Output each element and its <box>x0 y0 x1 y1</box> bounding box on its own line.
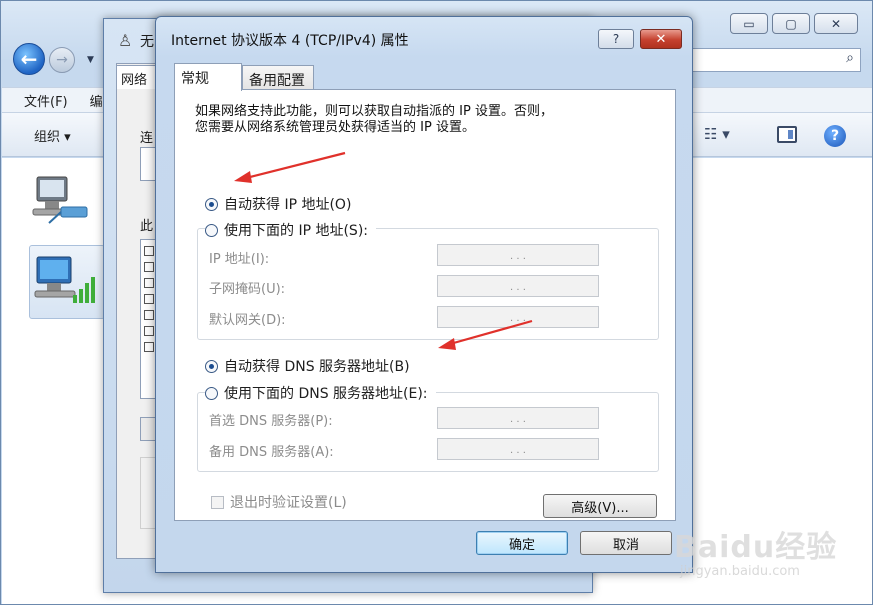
validate-on-exit-label: 退出时验证设置(L) <box>230 495 347 511</box>
auto-dns-radio[interactable] <box>205 359 218 373</box>
ok-button[interactable]: 确定 <box>476 531 568 555</box>
list-item-checkbox[interactable] <box>144 310 154 320</box>
list-item-checkbox[interactable] <box>144 342 154 352</box>
help-icon[interactable]: ? <box>824 125 846 147</box>
auto-dns-option[interactable]: 自动获得 DNS 服务器地址(B) <box>205 356 410 376</box>
list-item-checkbox[interactable] <box>144 262 154 272</box>
preview-pane-icon[interactable] <box>777 126 797 143</box>
history-dropdown-icon[interactable]: ▼ <box>87 55 94 65</box>
baidu-watermark: Baidu经验 jingyan.baidu.com <box>670 512 860 592</box>
mid-window-title: 无 <box>140 34 154 50</box>
tab-alternate-config[interactable]: 备用配置 <box>242 65 314 91</box>
minimize-button[interactable]: ▭ <box>730 13 768 34</box>
watermark-logo: Baidu经验 <box>674 530 838 565</box>
general-tab-panel: 如果网络支持此功能，则可以获取自动指派的 IP 设置。否则， 您需要从网络系统管… <box>174 89 676 521</box>
advanced-button[interactable]: 高级(V)... <box>543 494 657 518</box>
watermark-url: jingyan.baidu.com <box>680 564 800 579</box>
organize-button[interactable]: 组织 ▾ <box>34 126 71 145</box>
manual-ip-label: 使用下面的 IP 地址(S): <box>224 223 368 239</box>
items-label: 此 <box>140 219 154 234</box>
maximize-button[interactable]: ▢ <box>772 13 810 34</box>
description-line-2: 您需要从网络系统管理员处获得适当的 IP 设置。 <box>195 120 475 135</box>
ip-address-field: . . . <box>437 244 599 266</box>
alternate-dns-label: 备用 DNS 服务器(A): <box>209 445 334 460</box>
gateway-label: 默认网关(D): <box>209 313 286 328</box>
manual-ip-option[interactable]: 使用下面的 IP 地址(S): <box>205 220 376 240</box>
ip-address-label: IP 地址(I): <box>209 252 270 267</box>
close-button[interactable]: ✕ <box>814 13 858 34</box>
menu-edit[interactable]: 编 <box>90 91 103 110</box>
subnet-mask-field: . . . <box>437 275 599 297</box>
connect-using-label: 连 <box>140 131 154 146</box>
tab-networking[interactable]: 网络 <box>116 65 156 89</box>
subnet-mask-label: 子网掩码(U): <box>209 282 286 297</box>
validate-on-exit-checkbox <box>211 495 224 509</box>
list-item-checkbox[interactable] <box>144 294 154 304</box>
auto-ip-label: 自动获得 IP 地址(O) <box>224 197 352 213</box>
ipv4-properties-dialog: Internet 协议版本 4 (TCP/IPv4) 属性 ? ✕ 常规 备用配… <box>155 16 693 573</box>
manual-dns-option[interactable]: 使用下面的 DNS 服务器地址(E): <box>205 383 436 403</box>
close-button[interactable]: ✕ <box>640 29 682 49</box>
list-item-checkbox[interactable] <box>144 326 154 336</box>
menu-file[interactable]: 文件(F) <box>24 91 68 110</box>
description-line-1: 如果网络支持此功能，则可以获取自动指派的 IP 设置。否则， <box>195 104 553 119</box>
preferred-dns-label: 首选 DNS 服务器(P): <box>209 414 333 429</box>
back-arrow-icon[interactable]: ← <box>13 43 45 75</box>
forward-arrow-icon[interactable]: → <box>49 47 75 73</box>
manual-dns-radio[interactable] <box>205 386 218 400</box>
preferred-dns-field: . . . <box>437 407 599 429</box>
cancel-button[interactable]: 取消 <box>580 531 672 555</box>
window-controls: ▭ ▢ ✕ <box>730 13 858 34</box>
tab-general[interactable]: 常规 <box>174 63 242 91</box>
gateway-field: . . . <box>437 306 599 328</box>
wireless-network-icon[interactable] <box>33 251 97 311</box>
auto-ip-option[interactable]: 自动获得 IP 地址(O) <box>205 194 351 214</box>
dialog-title: Internet 协议版本 4 (TCP/IPv4) 属性 <box>171 33 409 49</box>
manual-ip-radio[interactable] <box>205 223 218 237</box>
validate-on-exit-option: 退出时验证设置(L) <box>211 492 347 512</box>
auto-dns-label: 自动获得 DNS 服务器地址(B) <box>224 359 410 375</box>
manual-dns-group <box>197 392 659 472</box>
network-icon: ♙ <box>118 31 133 50</box>
help-button[interactable]: ? <box>598 29 634 49</box>
list-item-checkbox[interactable] <box>144 246 154 256</box>
auto-ip-radio[interactable] <box>205 197 218 211</box>
network-adapter-icon[interactable] <box>31 171 91 231</box>
list-item-checkbox[interactable] <box>144 278 154 288</box>
search-icon[interactable]: ⌕ <box>846 50 854 66</box>
description-text: 如果网络支持此功能，则可以获取自动指派的 IP 设置。否则， 您需要从网络系统管… <box>195 104 625 136</box>
manual-dns-label: 使用下面的 DNS 服务器地址(E): <box>224 386 428 402</box>
alternate-dns-field: . . . <box>437 438 599 460</box>
view-options-icon[interactable]: ☷ ▾ <box>704 125 730 143</box>
